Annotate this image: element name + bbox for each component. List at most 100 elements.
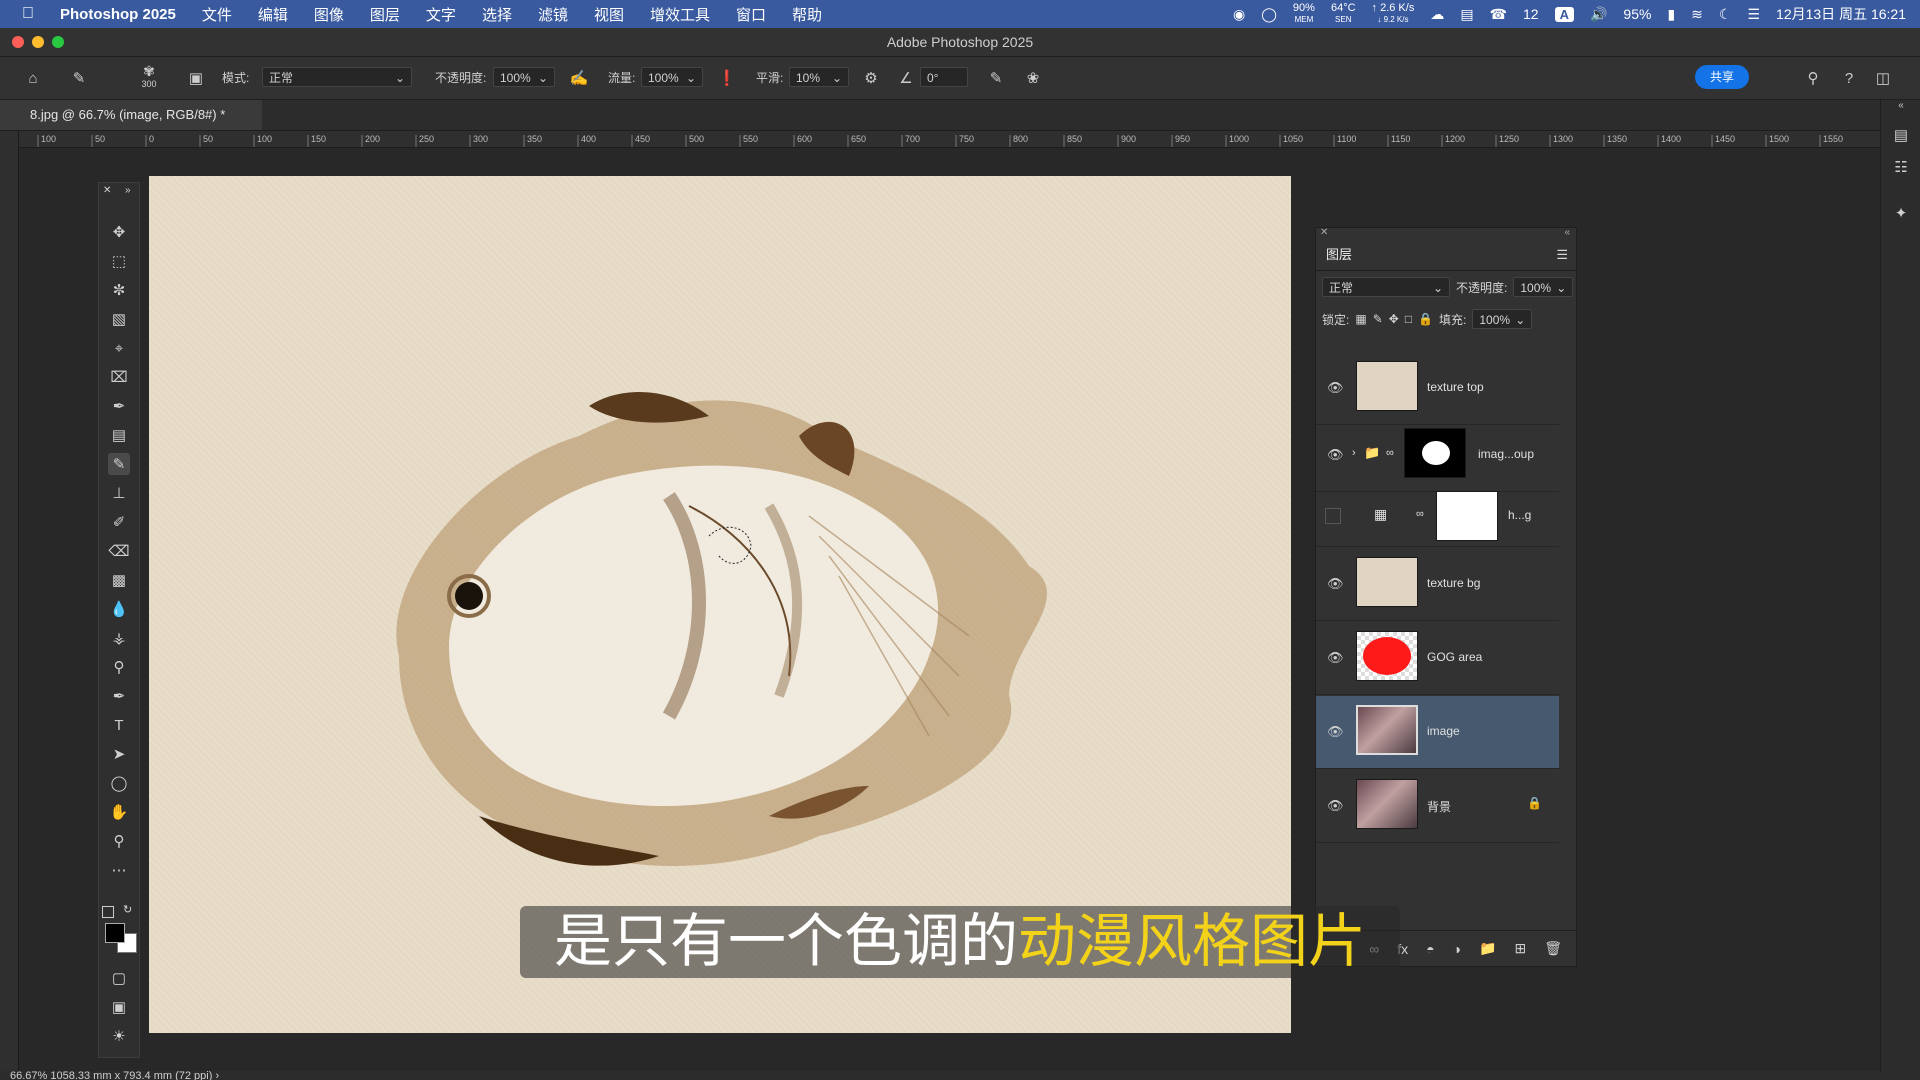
menu-image[interactable]: 图像 bbox=[314, 4, 344, 25]
ruler-horizontal[interactable]: 100 50 0 50 100 150 200 250 300 350 400 450 500 550 60… bbox=[18, 131, 1880, 148]
apple-icon[interactable]:  bbox=[22, 5, 42, 23]
link-icon[interactable]: ∞ bbox=[1386, 447, 1394, 459]
ellipse-tool-icon[interactable]: ◯ bbox=[108, 772, 130, 794]
gear-icon[interactable]: ⚙ bbox=[860, 67, 882, 89]
app-menu[interactable]: Photoshop 2025 bbox=[60, 6, 176, 23]
libraries-icon[interactable]: ▤ bbox=[1891, 126, 1911, 146]
layer-mask-thumbnail[interactable] bbox=[1436, 491, 1498, 541]
mode-select[interactable]: 正常 ⌄ bbox=[262, 67, 412, 87]
blur-tool-icon[interactable]: 💧 bbox=[108, 598, 130, 620]
healing-brush-tool-icon[interactable]: ▤ bbox=[108, 424, 130, 446]
history-brush-tool-icon[interactable]: ✐ bbox=[108, 511, 130, 533]
blend-mode-select[interactable]: 正常 ⌄ bbox=[1322, 277, 1450, 297]
smoothing-field[interactable]: 10% ⌄ bbox=[789, 67, 849, 87]
menu-type[interactable]: 文字 bbox=[426, 4, 456, 25]
home-icon[interactable]: ⌂ bbox=[22, 67, 44, 89]
ruler-vertical[interactable] bbox=[0, 131, 19, 1071]
new-group-icon[interactable]: 📁 bbox=[1479, 940, 1496, 957]
tab-layers[interactable]: 图层 bbox=[1326, 247, 1352, 262]
eye-icon[interactable]: 👁 bbox=[1327, 798, 1344, 814]
document-canvas[interactable] bbox=[149, 176, 1291, 1033]
menu-window[interactable]: 窗口 bbox=[736, 4, 766, 25]
layer-opacity-field[interactable]: 100% ⌄ bbox=[1513, 277, 1574, 297]
menu-help[interactable]: 帮助 bbox=[792, 4, 822, 25]
datetime[interactable]: 12月13日 周五 16:21 bbox=[1776, 4, 1906, 24]
menu-layer[interactable]: 图层 bbox=[370, 4, 400, 25]
generative-icon[interactable]: ☀ bbox=[108, 1025, 130, 1047]
layer-row[interactable]: 👁 texture top bbox=[1316, 352, 1559, 425]
zoom-tool-icon[interactable]: ⚲ bbox=[108, 830, 130, 852]
brush-settings-icon[interactable]: ▣ bbox=[185, 67, 207, 89]
close-icon[interactable]: ✕ bbox=[1320, 227, 1328, 238]
layer-row[interactable]: 👁 image bbox=[1316, 696, 1559, 769]
menu-view[interactable]: 视图 bbox=[594, 4, 624, 25]
lasso-tool-icon[interactable]: ✼ bbox=[108, 279, 130, 301]
layer-row[interactable]: 👁 背景 🔒 bbox=[1316, 770, 1559, 843]
dodge-tool-icon[interactable]: ⚶ bbox=[108, 627, 130, 649]
eye-icon[interactable]: 👁 bbox=[1327, 380, 1344, 396]
close-icon[interactable]: ✕ bbox=[103, 185, 111, 196]
lock-all-icon[interactable]: 🔒 bbox=[1418, 312, 1433, 326]
pressure-opacity-icon[interactable]: ✍ bbox=[568, 67, 590, 89]
help-icon[interactable]: ? bbox=[1838, 67, 1860, 89]
visibility-off-box[interactable] bbox=[1325, 508, 1341, 524]
status-text[interactable]: 66.67% 1058.33 mm x 793.4 mm (72 ppi) › bbox=[10, 1071, 219, 1080]
object-select-tool-icon[interactable]: ▧ bbox=[108, 308, 130, 330]
add-mask-icon[interactable]: ◓ bbox=[1426, 941, 1434, 957]
cloud-icon[interactable]: ☁ bbox=[1430, 6, 1444, 23]
clone-stamp-tool-icon[interactable]: ⊥ bbox=[108, 482, 130, 504]
collapse-dock-icon[interactable]: « bbox=[1891, 100, 1911, 120]
lock-transparent-icon[interactable]: ▦ bbox=[1355, 312, 1366, 326]
eyedropper-tool-icon[interactable]: ✒ bbox=[108, 395, 130, 417]
type-tool-icon[interactable]: T bbox=[108, 714, 130, 736]
pressure-size-icon[interactable]: ✎ bbox=[985, 67, 1007, 89]
more-tools-icon[interactable]: ⋯ bbox=[108, 859, 130, 881]
layer-row[interactable]: 👁 texture bg bbox=[1316, 548, 1559, 621]
expand-panel-icon[interactable]: » bbox=[125, 185, 131, 196]
moon-icon[interactable]: ☾ bbox=[1719, 6, 1732, 23]
tools-icon[interactable]: ✦ bbox=[1891, 204, 1911, 224]
airbrush-icon[interactable]: ❗ bbox=[716, 67, 738, 89]
new-layer-icon[interactable]: ⊞ bbox=[1514, 940, 1526, 957]
move-tool-icon[interactable]: ✥ bbox=[108, 221, 130, 243]
quick-mask-icon[interactable]: ▢ bbox=[108, 967, 130, 989]
flow-field[interactable]: 100% ⌄ bbox=[641, 67, 703, 87]
search-icon[interactable]: ⚲ bbox=[1802, 67, 1824, 89]
control-center-icon[interactable]: ☰ bbox=[1747, 6, 1760, 23]
adjustment-icon[interactable]: ◑ bbox=[1453, 941, 1461, 957]
workspace-icon[interactable]: ◫ bbox=[1872, 67, 1894, 89]
crop-tool-icon[interactable]: ⌖ bbox=[108, 337, 130, 359]
input-method-badge[interactable]: A bbox=[1554, 6, 1574, 22]
wifi-icon[interactable]: ≋ bbox=[1691, 6, 1703, 23]
brush-tool-icon[interactable]: ✎ bbox=[108, 453, 130, 475]
chevron-right-icon[interactable]: › bbox=[1352, 447, 1356, 459]
layer-mask-thumbnail[interactable] bbox=[1404, 428, 1466, 478]
fill-field[interactable]: 100% ⌄ bbox=[1472, 309, 1533, 329]
battery-icon[interactable]: ▮ bbox=[1667, 6, 1675, 23]
burn-tool-icon[interactable]: ⚲ bbox=[108, 656, 130, 678]
marquee-tool-icon[interactable]: ⬚ bbox=[108, 250, 130, 272]
lock-artboard-icon[interactable]: □ bbox=[1405, 312, 1412, 326]
eye-icon[interactable]: 👁 bbox=[1327, 650, 1344, 666]
trash-icon[interactable]: 🗑 bbox=[1544, 940, 1562, 957]
menu-filter[interactable]: 滤镜 bbox=[538, 4, 568, 25]
share-button[interactable]: 共享 bbox=[1695, 65, 1749, 89]
activity-icon[interactable]: ◯ bbox=[1261, 6, 1277, 23]
brush-tool-preset-icon[interactable]: ✎ bbox=[68, 67, 90, 89]
record-icon[interactable]: ◉ bbox=[1233, 6, 1245, 23]
symmetry-icon[interactable]: ❀ bbox=[1022, 67, 1044, 89]
link-icon[interactable]: ∞ bbox=[1416, 508, 1424, 520]
layer-row[interactable]: ▦ ∞ h...g bbox=[1316, 486, 1559, 547]
wechat-icon[interactable]: ☎ bbox=[1490, 6, 1507, 23]
properties-icon[interactable]: ☷ bbox=[1891, 158, 1911, 178]
foreground-color-swatch[interactable] bbox=[105, 923, 125, 943]
screen-mode-icon[interactable]: ▣ bbox=[108, 996, 130, 1018]
brush-size-picker[interactable]: ✾ 300 bbox=[135, 63, 163, 89]
eye-icon[interactable]: 👁 bbox=[1327, 447, 1344, 463]
layer-row[interactable]: 👁 GOG area bbox=[1316, 622, 1559, 695]
opacity-field[interactable]: 100% ⌄ bbox=[493, 67, 555, 87]
menu-plugins[interactable]: 增效工具 bbox=[650, 4, 710, 25]
menu-select[interactable]: 选择 bbox=[482, 4, 512, 25]
eraser-tool-icon[interactable]: ⌫ bbox=[108, 540, 130, 562]
menu-file[interactable]: 文件 bbox=[202, 4, 232, 25]
